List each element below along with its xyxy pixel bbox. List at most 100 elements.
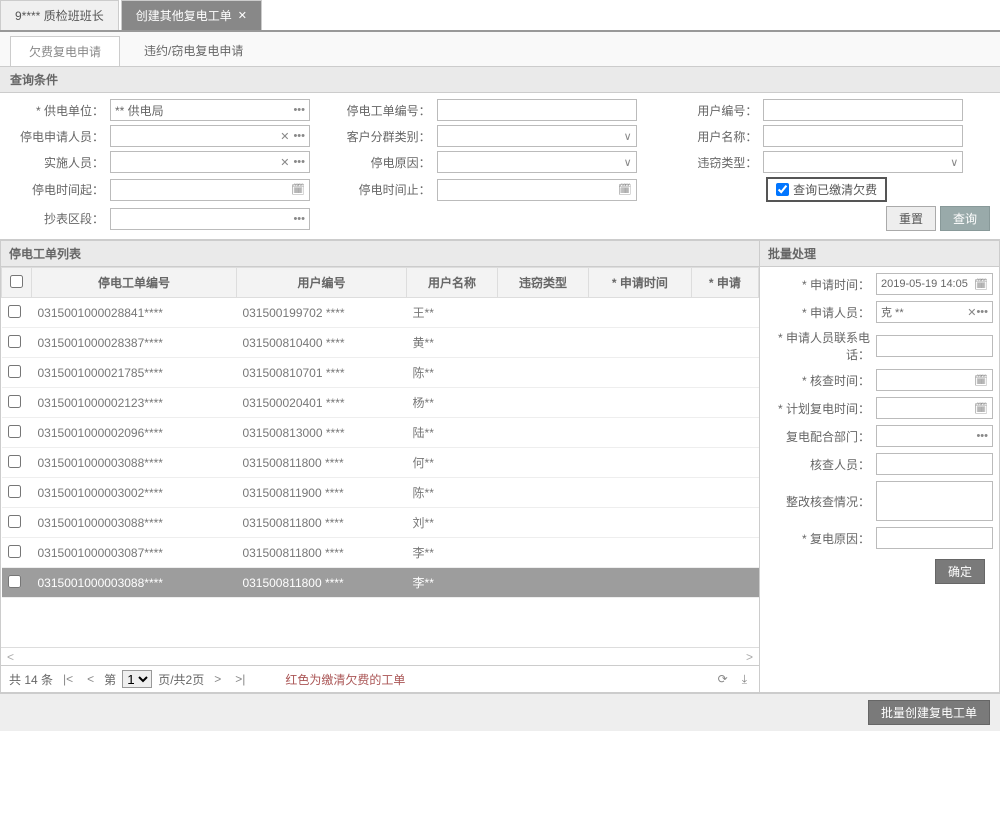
- steal-type-label: 违窃类型：: [663, 154, 763, 171]
- checker-label: 核查人员：: [766, 456, 876, 473]
- cell-steal-type: [498, 478, 589, 508]
- supply-unit-input[interactable]: ** 供电局•••: [110, 99, 310, 121]
- table-row[interactable]: 0315001000003088****031500811800 ****李**: [2, 568, 759, 598]
- search-button[interactable]: 查询: [940, 206, 990, 231]
- sub-tab-arrears[interactable]: 欠费复电申请: [10, 36, 120, 66]
- coop-dept-input[interactable]: •••: [876, 425, 993, 447]
- check-paid-wrap[interactable]: 查询已缴清欠费: [766, 177, 887, 202]
- sub-tab-violation[interactable]: 违约/窃电复电申请: [126, 36, 261, 66]
- check-time-input[interactable]: 🗓: [876, 369, 993, 391]
- table-row[interactable]: 0315001000028841****031500199702 ****王**: [2, 298, 759, 328]
- lookup-icon[interactable]: •••: [289, 156, 305, 168]
- row-checkbox[interactable]: [8, 425, 21, 438]
- applicant-input[interactable]: ✕•••: [110, 125, 310, 147]
- chevron-down-icon[interactable]: ∨: [620, 156, 632, 169]
- calendar-icon[interactable]: 🗓: [974, 278, 988, 291]
- col-user-name[interactable]: 用户名称: [407, 268, 498, 298]
- reset-button[interactable]: 重置: [886, 206, 936, 231]
- row-checkbox[interactable]: [8, 545, 21, 558]
- user-no-input[interactable]: [763, 99, 963, 121]
- col-applicant[interactable]: * 申请: [691, 268, 758, 298]
- calendar-icon[interactable]: 🗓: [974, 374, 988, 387]
- pager-page-select[interactable]: 1: [122, 670, 152, 688]
- lookup-icon[interactable]: •••: [976, 306, 988, 318]
- table-row[interactable]: 0315001000002123****031500020401 ****杨**: [2, 388, 759, 418]
- col-user-no[interactable]: 用户编号: [236, 268, 406, 298]
- sub-tab-label: 违约/窃电复电申请: [144, 44, 243, 58]
- clear-icon[interactable]: ✕: [276, 156, 289, 169]
- calendar-icon[interactable]: 🗓: [614, 183, 632, 196]
- batch-form: * 申请时间： 2019-05-19 14:05🗓 * 申请人员： 克 **✕•…: [760, 267, 999, 594]
- batch-applicant-input[interactable]: 克 **✕•••: [876, 301, 993, 323]
- cell-applicant: [691, 328, 758, 358]
- table-row[interactable]: 0315001000003088****031500811800 ****何**: [2, 448, 759, 478]
- order-no-input[interactable]: [437, 99, 637, 121]
- reason-select[interactable]: ∨: [437, 151, 637, 173]
- coop-dept-label: 复电配合部门：: [766, 428, 876, 445]
- impl-person-input[interactable]: ✕•••: [110, 151, 310, 173]
- pager-first-icon[interactable]: |<: [59, 672, 77, 686]
- tab-label: 创建其他复电工单: [136, 7, 232, 24]
- apply-time-input[interactable]: 2019-05-19 14:05🗓: [876, 273, 993, 295]
- row-checkbox[interactable]: [8, 305, 21, 318]
- cell-user-no: 031500811800 ****: [236, 448, 406, 478]
- pager-prev-icon[interactable]: <: [83, 672, 98, 686]
- check-paid-checkbox[interactable]: [776, 183, 789, 196]
- cell-apply-time: [588, 418, 691, 448]
- time-end-input[interactable]: 🗓: [437, 179, 637, 201]
- rectify-textarea[interactable]: [876, 481, 993, 521]
- lookup-icon[interactable]: •••: [289, 130, 305, 142]
- applicant-tel-input[interactable]: [876, 335, 993, 357]
- table-row[interactable]: 0315001000028387****031500810400 ****黄**: [2, 328, 759, 358]
- chevron-down-icon[interactable]: ∨: [946, 156, 958, 169]
- steal-type-select[interactable]: ∨: [763, 151, 963, 173]
- batch-create-button[interactable]: 批量创建复电工单: [868, 700, 990, 725]
- cell-user-no: 031500020401 ****: [236, 388, 406, 418]
- row-checkbox[interactable]: [8, 335, 21, 348]
- row-checkbox[interactable]: [8, 485, 21, 498]
- cell-apply-time: [588, 358, 691, 388]
- table-row[interactable]: 0315001000003088****031500811800 ****刘**: [2, 508, 759, 538]
- time-start-input[interactable]: 🗓: [110, 179, 310, 201]
- row-checkbox[interactable]: [8, 455, 21, 468]
- table-row[interactable]: 0315001000003002****031500811900 ****陈**: [2, 478, 759, 508]
- lookup-icon[interactable]: •••: [289, 213, 305, 225]
- table-row[interactable]: 0315001000002096****031500813000 ****陆**: [2, 418, 759, 448]
- row-checkbox[interactable]: [8, 575, 21, 588]
- confirm-button[interactable]: 确定: [935, 559, 985, 584]
- tab-quality-inspector[interactable]: 9**** 质检班班长: [0, 0, 119, 30]
- pager-export-icon[interactable]: ⤓: [738, 672, 751, 687]
- pager-refresh-icon[interactable]: ⟳: [714, 672, 732, 686]
- row-checkbox[interactable]: [8, 395, 21, 408]
- pager-last-icon[interactable]: >|: [231, 672, 249, 686]
- tab-create-repower-order[interactable]: 创建其他复电工单 ✕: [121, 0, 262, 30]
- calendar-icon[interactable]: 🗓: [287, 183, 305, 196]
- cell-user-name: 陈**: [407, 358, 498, 388]
- chevron-down-icon[interactable]: ∨: [620, 130, 632, 143]
- pager-next-icon[interactable]: >: [210, 672, 225, 686]
- select-all-checkbox[interactable]: [10, 275, 23, 288]
- cell-applicant: [691, 568, 758, 598]
- clear-icon[interactable]: ✕: [276, 130, 289, 143]
- lookup-icon[interactable]: •••: [289, 104, 305, 116]
- meter-section-input[interactable]: •••: [110, 208, 310, 230]
- row-checkbox[interactable]: [8, 365, 21, 378]
- user-name-input[interactable]: [763, 125, 963, 147]
- lookup-icon[interactable]: •••: [976, 430, 988, 442]
- plan-time-input[interactable]: 🗓: [876, 397, 993, 419]
- col-steal-type[interactable]: 违窃类型: [498, 268, 589, 298]
- row-checkbox[interactable]: [8, 515, 21, 528]
- col-order-no[interactable]: 停电工单编号: [32, 268, 237, 298]
- table-row[interactable]: 0315001000003087****031500811800 ****李**: [2, 538, 759, 568]
- table-row[interactable]: 0315001000021785****031500810701 ****陈**: [2, 358, 759, 388]
- clear-icon[interactable]: ✕: [967, 306, 976, 319]
- horizontal-scrollbar[interactable]: <>: [1, 647, 759, 665]
- col-apply-time[interactable]: * 申请时间: [588, 268, 691, 298]
- calendar-icon[interactable]: 🗓: [974, 402, 988, 415]
- close-icon[interactable]: ✕: [238, 9, 247, 22]
- pager: 共 14 条 |< < 第 1 页/共2页 > >| 红色为缴清欠费的工单 ⟳ …: [1, 665, 759, 692]
- checker-input[interactable]: [876, 453, 993, 475]
- cust-group-select[interactable]: ∨: [437, 125, 637, 147]
- repower-reason-input[interactable]: [876, 527, 993, 549]
- cell-applicant: [691, 298, 758, 328]
